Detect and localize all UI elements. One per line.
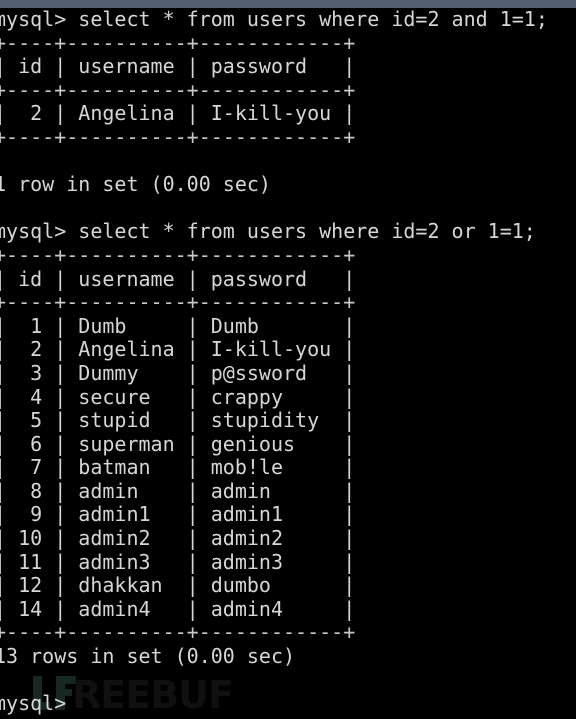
terminal-line-row-2-12: | 12 | dhakkan | dumbo | bbox=[0, 573, 356, 598]
terminal-line-rule-1-top: +----+----------+------------+ bbox=[0, 30, 356, 55]
terminal-line-row-2-13: | 14 | admin4 | admin4 | bbox=[0, 596, 356, 621]
terminal-line-spacer-3 bbox=[0, 669, 576, 693]
terminal-line-row-2-3: | 3 | Dummy | p@ssword | bbox=[0, 360, 356, 385]
terminal-line-spacer-2 bbox=[0, 197, 576, 221]
terminal-window: REEBUF mysql> select * from users where … bbox=[0, 0, 576, 719]
terminal-line-query-2: mysql> select * from users where id=2 or… bbox=[0, 219, 536, 244]
terminal-output[interactable]: mysql> select * from users where id=2 an… bbox=[0, 7, 576, 719]
terminal-line-row-2-1: | 1 | Dumb | Dumb | bbox=[0, 313, 356, 338]
terminal-line-row-2-6: | 6 | superman | genious | bbox=[0, 431, 356, 456]
terminal-line-rule-2-bottom: +----+----------+------------+ bbox=[0, 620, 356, 645]
terminal-line-rule-1-mid: +----+----------+------------+ bbox=[0, 77, 356, 102]
terminal-line-prompt-final: mysql> bbox=[0, 691, 67, 716]
terminal-line-row-2-10: | 10 | admin2 | admin2 | bbox=[0, 526, 356, 551]
terminal-line-row-2-9: | 9 | admin1 | admin1 | bbox=[0, 502, 356, 527]
terminal-line-row-2-4: | 4 | secure | crappy | bbox=[0, 384, 356, 409]
terminal-line-rule-1-bottom: +----+----------+------------+ bbox=[0, 124, 356, 149]
terminal-line-result-1: 1 row in set (0.00 sec) bbox=[0, 172, 271, 197]
terminal-line-header-2: | id | username | password | bbox=[0, 266, 356, 291]
terminal-line-result-2: 13 rows in set (0.00 sec) bbox=[0, 644, 296, 669]
terminal-line-row-2-2: | 2 | Angelina | I-kill-you | bbox=[0, 337, 356, 362]
terminal-line-spacer-1 bbox=[0, 150, 576, 174]
terminal-line-row-2-7: | 7 | batman | mob!le | bbox=[0, 455, 356, 480]
terminal-line-query-1: mysql> select * from users where id=2 an… bbox=[0, 7, 548, 31]
terminal-line-rule-2-top: +----+----------+------------+ bbox=[0, 242, 356, 267]
terminal-line-row-2-8: | 8 | admin | admin | bbox=[0, 478, 356, 503]
terminal-line-row-2-11: | 11 | admin3 | admin3 | bbox=[0, 549, 356, 574]
terminal-line-header-1: | id | username | password | bbox=[0, 54, 356, 79]
terminal-line-rule-2-mid: +----+----------+------------+ bbox=[0, 290, 356, 315]
terminal-line-row-2-5: | 5 | stupid | stupidity | bbox=[0, 408, 356, 433]
terminal-line-row-1-1: | 2 | Angelina | I-kill-you | bbox=[0, 101, 356, 126]
